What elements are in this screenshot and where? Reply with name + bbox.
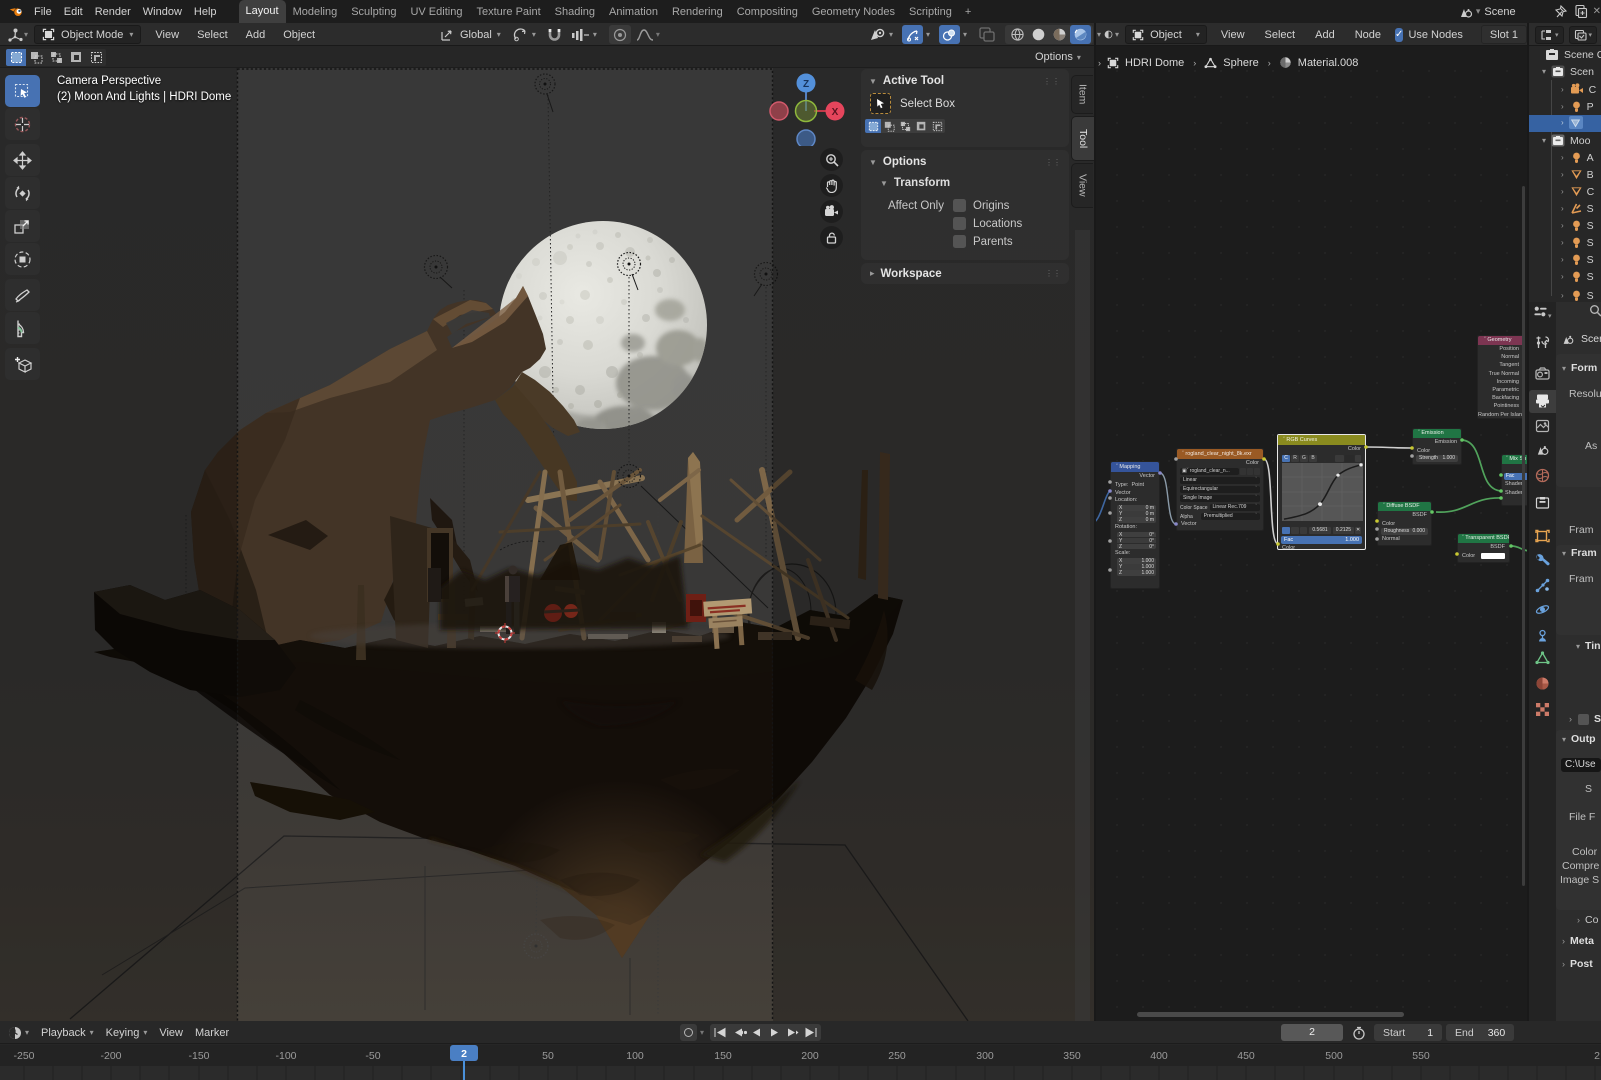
svg-text:50: 50 <box>542 1050 554 1062</box>
svg-text:X: X <box>832 107 839 118</box>
svg-text:100: 100 <box>626 1050 644 1062</box>
svg-text:-200: -200 <box>100 1050 121 1062</box>
svg-text:350: 350 <box>1063 1050 1081 1062</box>
svg-text:300: 300 <box>976 1050 994 1062</box>
svg-text:500: 500 <box>1325 1050 1343 1062</box>
svg-text:2: 2 <box>461 1048 467 1060</box>
svg-text:250: 250 <box>888 1050 906 1062</box>
svg-text:-250: -250 <box>13 1050 34 1062</box>
svg-text:-50: -50 <box>365 1050 380 1062</box>
svg-text:400: 400 <box>1150 1050 1168 1062</box>
svg-text:Z: Z <box>803 79 809 90</box>
svg-text:200: 200 <box>801 1050 819 1062</box>
svg-text:150: 150 <box>714 1050 732 1062</box>
svg-text:2: 2 <box>1594 1050 1600 1062</box>
svg-text:-150: -150 <box>188 1050 209 1062</box>
svg-text:450: 450 <box>1237 1050 1255 1062</box>
svg-text:550: 550 <box>1412 1050 1430 1062</box>
svg-text:-100: -100 <box>275 1050 296 1062</box>
